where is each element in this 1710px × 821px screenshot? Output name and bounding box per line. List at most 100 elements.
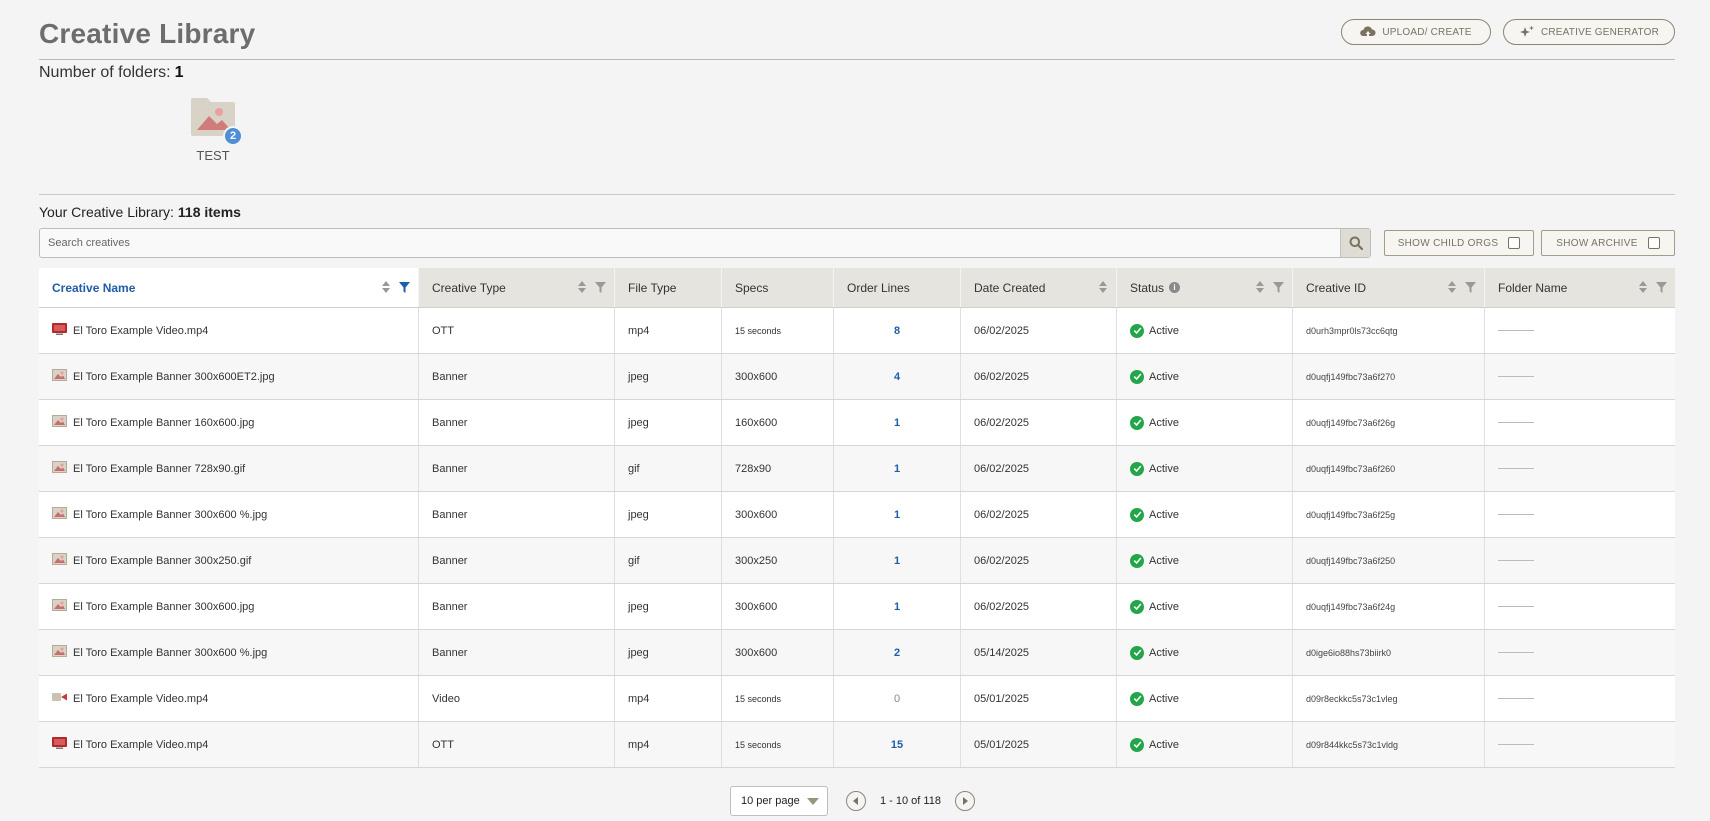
next-page-button[interactable] [954,791,975,811]
creatives-table: Creative Name Creative Type File Type Sp… [39,268,1675,768]
table-row[interactable]: El Toro Example Banner 300x600 %.jpg Bann… [39,630,1675,676]
creative-id: d0uqfj149fbc73a6f270 [1306,371,1396,382]
check-circle-icon [1130,507,1144,522]
cell-order-lines[interactable]: 4 [834,354,961,399]
column-header-folder-name[interactable]: Folder Name [1485,268,1675,307]
show-archive-toggle[interactable]: SHOW ARCHIVE [1541,230,1675,256]
cell-creative-name[interactable]: El Toro Example Banner 160x600.jpg [39,400,419,445]
cell-creative-name[interactable]: El Toro Example Banner 300x600 %.jpg [39,492,419,537]
order-lines-link[interactable]: 8 [894,325,900,337]
upload-create-button[interactable]: UPLOAD/ CREATE [1341,19,1491,45]
order-lines-link[interactable]: 1 [894,417,900,429]
order-lines-link[interactable]: 2 [894,647,900,659]
cell-order-lines[interactable]: 1 [834,584,961,629]
column-header-specs[interactable]: Specs [722,268,834,307]
empty-dash [1498,514,1534,515]
tv-icon [52,737,67,752]
check-circle-icon [1130,599,1144,614]
cell-creative-name[interactable]: El Toro Example Video.mp4 [39,722,419,767]
column-header-creative-type[interactable]: Creative Type [419,268,615,307]
order-lines-link[interactable]: 1 [894,555,900,567]
show-archive-checkbox[interactable] [1647,237,1660,249]
creative-name: El Toro Example Banner 300x250.gif [73,554,252,567]
sort-icon[interactable] [1447,280,1457,294]
creative-type: Banner [432,370,468,383]
table-row[interactable]: El Toro Example Video.mp4 OTT mp4 15 second… [39,722,1675,768]
show-child-orgs-checkbox[interactable] [1508,237,1521,249]
order-lines-link[interactable]: 1 [894,509,900,521]
cell-creative-name[interactable]: El Toro Example Video.mp4 [39,308,419,353]
check-circle-icon [1130,461,1144,476]
order-lines-link[interactable]: 1 [894,463,900,475]
sort-icon[interactable] [577,280,587,294]
table-row[interactable]: El Toro Example Video.mp4 OTT mp4 15 second… [39,308,1675,354]
date-created: 05/01/2025 [974,692,1030,705]
column-header-order-lines[interactable]: Order Lines [834,268,961,307]
previous-page-button[interactable] [846,791,866,811]
status-text: Active [1149,738,1179,751]
order-lines-link[interactable]: 1 [894,601,900,613]
cell-creative-name[interactable]: El Toro Example Banner 300x250.gif [39,538,419,583]
cell-folder-name [1485,308,1675,353]
cell-order-lines[interactable]: 15 [834,722,961,767]
cell-order-lines[interactable]: 8 [834,308,961,353]
sort-icon[interactable] [1098,280,1108,294]
cell-creative-name[interactable]: El Toro Example Banner 300x600 %.jpg [39,630,419,675]
cell-creative-name[interactable]: El Toro Example Video.mp4 [39,676,419,721]
column-label: Folder Name [1498,280,1568,295]
column-header-creative-id[interactable]: Creative ID [1293,268,1485,307]
search-button[interactable] [1340,229,1370,257]
cell-specs: 300x600 [722,492,834,537]
library-count-label: Your Creative Library: [39,204,174,220]
specs: 15 seconds [735,739,782,750]
cell-order-lines[interactable]: 1 [834,492,961,537]
creative-type: Banner [432,416,468,429]
order-lines-link[interactable]: 4 [894,371,900,383]
table-row[interactable]: El Toro Example Banner 300x250.gif Banner… [39,538,1675,584]
table-row[interactable]: El Toro Example Banner 160x600.jpg Banner… [39,400,1675,446]
table-row[interactable]: El Toro Example Banner 728x90.gif Banner g… [39,446,1675,492]
info-icon[interactable]: i [1169,282,1181,293]
video-icon [52,691,67,706]
filter-icon[interactable] [1465,281,1476,293]
cell-order-lines[interactable]: 1 [834,446,961,491]
creative-id: d09r8eckkc5s73c1vleg [1306,693,1398,704]
sort-icon[interactable] [1255,280,1265,294]
sort-icon[interactable] [381,280,391,294]
column-header-file-type[interactable]: File Type [615,268,722,307]
show-child-orgs-toggle[interactable]: SHOW CHILD ORGS [1384,230,1534,256]
cell-folder-name [1485,400,1675,445]
cell-specs: 728x90 [722,446,834,491]
cell-folder-name [1485,492,1675,537]
cell-order-lines[interactable]: 1 [834,538,961,583]
cell-order-lines[interactable]: 2 [834,630,961,675]
order-lines-link[interactable]: 15 [891,739,903,751]
search-input[interactable] [40,229,1340,257]
cloud-upload-icon [1360,26,1376,38]
creative-id: d0uqfj149fbc73a6f25g [1306,509,1396,520]
folder-item[interactable]: 2 TEST [178,96,248,163]
cell-creative-name[interactable]: El Toro Example Banner 300x600ET2.jpg [39,354,419,399]
creative-generator-button[interactable]: CREATIVE GENERATOR [1503,19,1675,45]
cell-creative-name[interactable]: El Toro Example Banner 728x90.gif [39,446,419,491]
cell-order-lines[interactable]: 1 [834,400,961,445]
filter-icon[interactable] [1656,281,1667,293]
filter-icon[interactable] [1273,281,1284,293]
table-row[interactable]: El Toro Example Banner 300x600ET2.jpg Ban… [39,354,1675,400]
order-lines-link[interactable]: 0 [894,693,900,705]
cell-date-created: 05/14/2025 [961,630,1117,675]
per-page-select[interactable]: 10 per page [730,786,828,816]
table-row[interactable]: El Toro Example Banner 300x600 %.jpg Bann… [39,492,1675,538]
cell-creative-name[interactable]: El Toro Example Banner 300x600.jpg [39,584,419,629]
filter-icon[interactable] [595,281,606,293]
column-header-creative-name[interactable]: Creative Name [39,268,419,307]
table-row[interactable]: El Toro Example Video.mp4 Video mp4 15 seco… [39,676,1675,722]
creative-id: d0uqfj149fbc73a6f250 [1306,555,1396,566]
sort-icon[interactable] [1638,280,1648,294]
column-header-status[interactable]: Status i [1117,268,1293,307]
filter-icon[interactable] [399,281,410,293]
cell-date-created: 06/02/2025 [961,584,1117,629]
table-row[interactable]: El Toro Example Banner 300x600.jpg Banner… [39,584,1675,630]
column-header-date-created[interactable]: Date Created [961,268,1117,307]
cell-order-lines[interactable]: 0 [834,676,961,721]
